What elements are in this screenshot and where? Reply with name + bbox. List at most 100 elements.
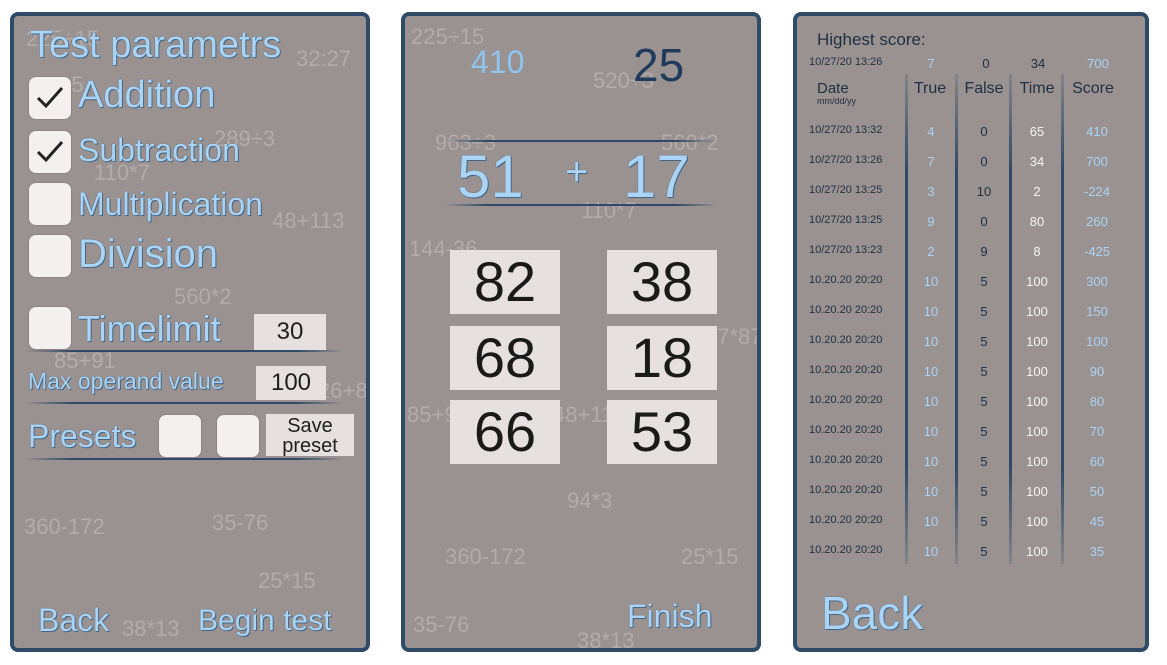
score-cell-date: 10.20.20 20:20: [809, 334, 883, 346]
multiplication-checkbox[interactable]: [28, 182, 72, 226]
score-cell-time: 100: [1026, 454, 1048, 469]
score-cell-score: 35: [1089, 544, 1105, 559]
score-cell-true: 10: [923, 334, 939, 349]
score-cell-score: 60: [1089, 454, 1105, 469]
back-button[interactable]: Back: [38, 602, 109, 639]
score-cell-score: 100: [1086, 334, 1108, 349]
begin-test-button[interactable]: Begin test: [198, 604, 331, 638]
max-operand-input[interactable]: 100: [256, 366, 326, 400]
finish-button[interactable]: Finish: [627, 598, 712, 635]
score-cell-true: 10: [923, 514, 939, 529]
score-cell-date: 10.20.20 20:20: [809, 394, 883, 406]
subtraction-checkbox[interactable]: [28, 130, 72, 174]
timer-value: 25: [633, 39, 685, 91]
col-header-time: Time: [1019, 80, 1055, 97]
divider: [24, 350, 344, 352]
max-operand-label: Max operand value: [28, 368, 224, 394]
score-cell-true: 7: [927, 154, 935, 169]
bg-expression: 38*13: [577, 628, 635, 652]
divider: [24, 402, 344, 404]
highest-true: 7: [927, 56, 935, 71]
division-label: Division: [78, 232, 219, 276]
bg-expression: 35-76: [212, 510, 269, 535]
score-cell-false: 5: [980, 424, 988, 439]
preset-slot-1[interactable]: [158, 414, 202, 458]
score-cell-false: 5: [980, 304, 988, 319]
score-cell-true: 10: [923, 394, 939, 409]
score-value: 410: [471, 44, 525, 80]
score-cell-true: 3: [927, 184, 935, 199]
col-header-date: Date: [817, 80, 849, 97]
back-button[interactable]: Back: [821, 586, 923, 640]
score-cell-true: 10: [923, 454, 939, 469]
highest-score: 700: [1087, 56, 1109, 71]
bg-expression: 32:27: [296, 46, 352, 71]
division-checkbox[interactable]: [28, 234, 72, 278]
score-cell-date: 10.20.20 20:20: [809, 424, 883, 436]
column-divider: [905, 74, 908, 564]
score-cell-time: 100: [1026, 274, 1048, 289]
answer-button[interactable]: 82: [450, 250, 560, 314]
score-cell-false: 5: [980, 274, 988, 289]
score-cell-score: 45: [1089, 514, 1105, 529]
test-parameters-screen: 225÷15 3×15 289÷3 110*7 48+113 560*2 85+…: [10, 12, 370, 652]
test-screen: 225÷15 520÷3 963÷3 560*2 110*7 144-36 85…: [401, 12, 761, 652]
timelimit-label: Timelimit: [78, 308, 221, 349]
bg-expression: 360-172: [445, 544, 526, 569]
score-cell-time: 100: [1026, 484, 1048, 499]
score-cell-score: 70: [1089, 424, 1105, 439]
divider: [24, 458, 344, 460]
score-cell-date: 10.20.20 20:20: [809, 484, 883, 496]
answer-button[interactable]: 68: [450, 326, 560, 390]
score-cell-score: 260: [1086, 214, 1108, 229]
col-header-false: False: [964, 80, 1004, 97]
divider: [445, 204, 717, 206]
preset-slot-2[interactable]: [216, 414, 260, 458]
timelimit-checkbox[interactable]: [28, 306, 72, 350]
save-preset-button[interactable]: Save preset: [266, 414, 354, 456]
subtraction-label: Subtraction: [78, 132, 240, 168]
score-cell-true: 2: [927, 244, 935, 259]
operand-2: 17: [623, 143, 690, 210]
answer-button[interactable]: 53: [607, 400, 717, 464]
score-cell-false: 5: [980, 514, 988, 529]
score-cell-true: 4: [927, 124, 935, 139]
screen-title: Test parametrs: [30, 24, 282, 66]
check-icon: [36, 141, 64, 163]
addition-checkbox[interactable]: [28, 76, 72, 120]
answer-button[interactable]: 38: [607, 250, 717, 314]
score-cell-score: -224: [1083, 184, 1111, 199]
operator-sign: +: [565, 150, 589, 194]
answer-button[interactable]: 18: [607, 326, 717, 390]
score-cell-date: 10/27/20 13:25: [809, 184, 883, 196]
score-cell-date: 10.20.20 20:20: [809, 544, 883, 556]
score-cell-time: 100: [1026, 514, 1048, 529]
highest-false: 0: [982, 56, 990, 71]
save-preset-label: Save: [287, 415, 333, 437]
score-cell-date: 10.20.20 20:20: [809, 304, 883, 316]
score-cell-date: 10/27/20 13:26: [809, 154, 883, 166]
score-cell-time: 8: [1033, 244, 1041, 259]
score-cell-date: 10/27/20 13:32: [809, 124, 883, 136]
score-cell-true: 10: [923, 544, 939, 559]
highest-date: 10/27/20 13:26: [809, 56, 883, 68]
score-cell-date: 10.20.20 20:20: [809, 364, 883, 376]
score-cell-date: 10/27/20 13:23: [809, 244, 883, 256]
score-cell-score: 80: [1089, 394, 1105, 409]
highscores-screen: Highest score: 10/27/20 13:26 7 0 34 700…: [793, 12, 1149, 652]
score-cell-time: 2: [1033, 184, 1041, 199]
score-cell-score: 150: [1086, 304, 1108, 319]
score-cell-date: 10/27/20 13:25: [809, 214, 883, 226]
score-cell-score: 90: [1089, 364, 1105, 379]
column-divider: [1009, 74, 1012, 564]
score-cell-score: 700: [1086, 154, 1108, 169]
answer-button[interactable]: 66: [450, 400, 560, 464]
timelimit-input[interactable]: 30: [254, 314, 326, 350]
col-header-true: True: [913, 80, 947, 97]
bg-expression: 25*15: [681, 544, 739, 569]
bg-expression: 560*2: [174, 284, 232, 309]
col-header-date-format: mm/dd/yy: [817, 96, 857, 106]
score-cell-time: 100: [1026, 544, 1048, 559]
score-cell-true: 10: [923, 424, 939, 439]
score-cell-date: 10.20.20 20:20: [809, 454, 883, 466]
